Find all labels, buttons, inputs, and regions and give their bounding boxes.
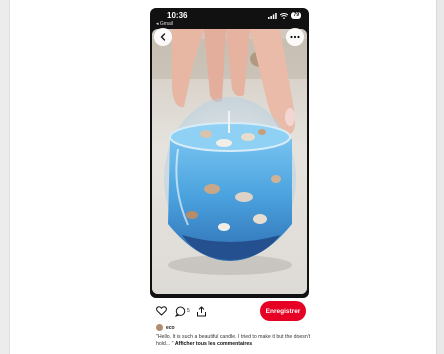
comment-count: 5 <box>187 308 190 314</box>
wifi-icon <box>280 12 289 19</box>
pin-actions-bar: 5 Enregistrer <box>150 300 310 322</box>
avatar <box>156 324 163 331</box>
battery-indicator: 79 <box>291 12 301 19</box>
share-icon <box>196 305 206 316</box>
see-all-comments-link[interactable]: Afficher tous les commentaires <box>175 341 252 347</box>
pin-image[interactable] <box>152 29 307 294</box>
comment-icon <box>174 306 185 317</box>
author-name: eco <box>166 324 175 331</box>
chevron-left-icon <box>160 33 166 41</box>
pin-author[interactable]: eco <box>156 324 175 331</box>
save-button[interactable]: Enregistrer <box>260 301 306 321</box>
left-panel-edge <box>0 0 10 354</box>
signal-icon <box>268 12 278 19</box>
right-panel-edge <box>436 0 444 354</box>
top-comment: "Hello. It is such a beautiful candle. I… <box>156 334 312 348</box>
like-button[interactable] <box>154 304 168 318</box>
pin-media-frame: 10:36 ◂ Gmail 79 <box>150 8 309 298</box>
ellipsis-icon <box>290 35 300 39</box>
heart-icon <box>155 306 167 316</box>
status-indicators: 79 <box>268 12 301 19</box>
more-options-button[interactable] <box>286 28 304 46</box>
share-button[interactable] <box>194 304 208 318</box>
comment-button[interactable] <box>173 304 187 318</box>
status-time: 10:36 <box>167 11 188 20</box>
status-back-app: ◂ Gmail <box>156 21 173 27</box>
phone-status-bar: 10:36 ◂ Gmail 79 <box>150 8 309 28</box>
back-button[interactable] <box>154 28 172 46</box>
candle-photo <box>152 29 307 294</box>
